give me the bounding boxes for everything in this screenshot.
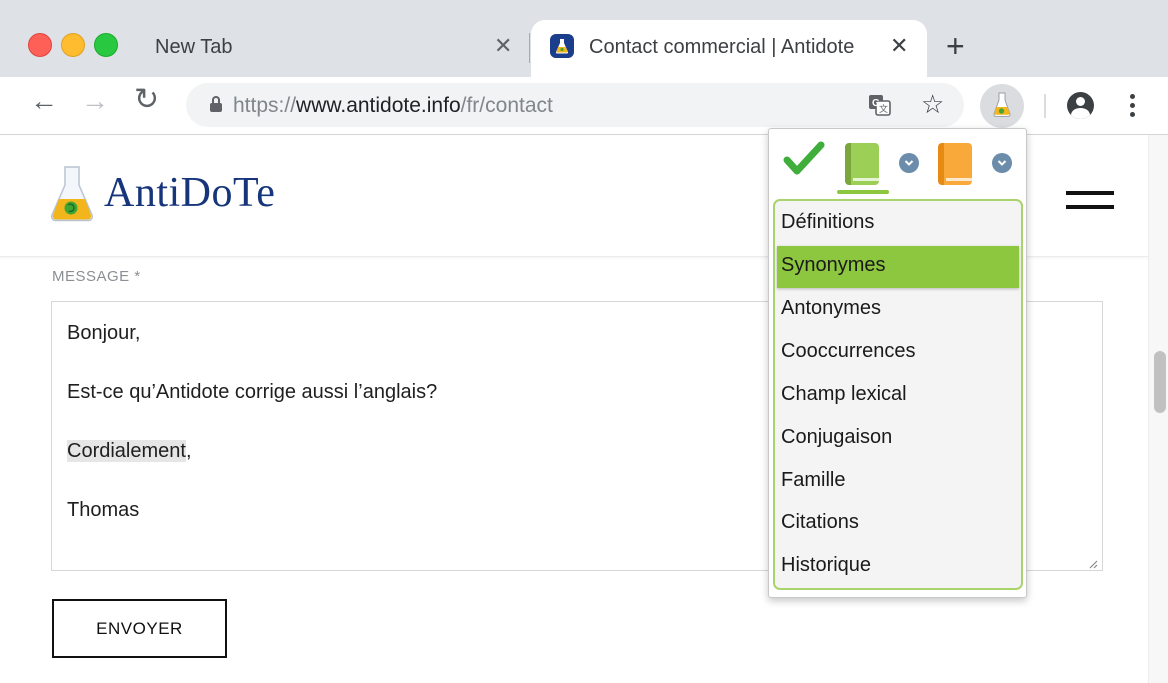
menu-item-champ-lexical[interactable]: Champ lexical xyxy=(781,383,907,406)
forward-icon[interactable]: → xyxy=(81,87,109,115)
address-bar[interactable]: https://www.antidote.info/fr/contact G 文… xyxy=(186,83,964,127)
guide-book-icon[interactable] xyxy=(938,143,972,185)
lock-icon[interactable] xyxy=(210,96,222,112)
scrollbar-thumb[interactable] xyxy=(1154,351,1166,413)
tab-title: New Tab xyxy=(155,36,233,58)
menu-item-antonymes[interactable]: Antonymes xyxy=(781,297,881,320)
menu-item-famille[interactable]: Famille xyxy=(781,469,845,492)
toolbar-separator xyxy=(1044,94,1046,118)
antidote-extension-icon xyxy=(993,92,1011,123)
window-zoom-button[interactable] xyxy=(94,33,118,57)
active-book-indicator xyxy=(837,190,889,194)
antidote-extension-button[interactable] xyxy=(980,84,1024,128)
tab-strip: New Tab ✕ Contact commercial | Antidote … xyxy=(0,0,1168,77)
dictionary-menu: Définitions Synonymes Antonymes Cooccurr… xyxy=(773,199,1023,590)
chevron-down-icon[interactable] xyxy=(899,153,919,173)
message-line: Bonjour, xyxy=(67,322,141,344)
new-tab-icon[interactable]: + xyxy=(946,30,965,62)
tab-new-tab[interactable]: New Tab ✕ xyxy=(132,20,530,77)
menu-icon[interactable] xyxy=(1130,94,1136,118)
message-line: Est-ce qu’Antidote corrige aussi l’angla… xyxy=(67,381,438,403)
antidote-logo-icon[interactable] xyxy=(50,165,94,228)
page-scrollbar[interactable] xyxy=(1148,135,1168,683)
window-close-button[interactable] xyxy=(28,33,52,57)
menu-item-historique[interactable]: Historique xyxy=(781,554,871,577)
message-label: MESSAGE * xyxy=(52,268,141,285)
tab-divider xyxy=(529,33,530,63)
antidote-favicon-icon xyxy=(550,34,574,58)
resize-handle-icon[interactable] xyxy=(1088,556,1098,569)
menu-item-cooccurrences[interactable]: Cooccurrences xyxy=(781,340,916,363)
tab-antidote-contact[interactable]: Contact commercial | Antidote ✕ xyxy=(531,20,927,77)
url-text[interactable]: https://www.antidote.info/fr/contact xyxy=(233,94,553,118)
menu-item-definitions[interactable]: Définitions xyxy=(781,211,874,234)
chevron-down-icon[interactable] xyxy=(992,153,1012,173)
tab-title: Contact commercial | Antidote xyxy=(589,36,855,58)
send-button[interactable]: ENVOYER xyxy=(52,599,227,658)
hamburger-menu-icon[interactable] xyxy=(1066,191,1114,209)
close-icon[interactable]: ✕ xyxy=(890,33,908,59)
checkmark-icon[interactable] xyxy=(783,141,825,182)
svg-text:文: 文 xyxy=(879,103,888,114)
close-icon[interactable]: ✕ xyxy=(494,33,512,59)
star-icon[interactable]: ☆ xyxy=(921,89,944,120)
menu-item-conjugaison[interactable]: Conjugaison xyxy=(781,426,892,449)
menu-item-synonymes[interactable]: Synonymes xyxy=(777,246,1019,288)
antidote-popup: Définitions Synonymes Antonymes Cooccurr… xyxy=(768,128,1027,598)
profile-icon[interactable] xyxy=(1067,92,1094,119)
menu-item-citations[interactable]: Citations xyxy=(781,511,859,534)
translate-icon[interactable]: G 文 xyxy=(868,94,892,116)
reload-icon[interactable]: ↻ xyxy=(134,85,159,115)
message-line: Thomas xyxy=(67,499,140,521)
back-icon[interactable]: ← xyxy=(30,87,58,115)
window-minimize-button[interactable] xyxy=(61,33,85,57)
comma-text: , xyxy=(185,440,192,462)
message-line: Cordialement, xyxy=(67,440,192,463)
dictionary-book-icon[interactable] xyxy=(845,143,879,185)
antidote-logo-text[interactable]: AntiDoTe xyxy=(104,169,275,217)
selected-word: Cordialement xyxy=(67,440,186,462)
